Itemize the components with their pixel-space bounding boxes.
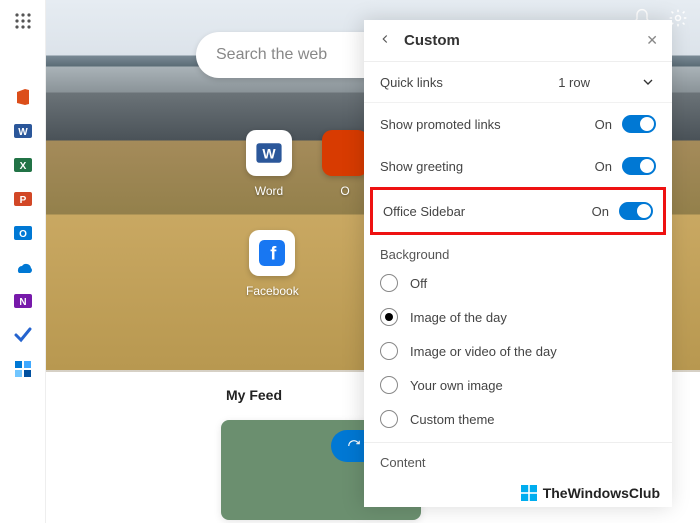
background-section-label: Background [364,235,672,266]
promoted-links-row: Show promoted links On [364,103,672,145]
bg-option-label: Your own image [410,378,503,393]
search-placeholder: Search the web [216,46,327,64]
greeting-row: Show greeting On [364,145,672,187]
promoted-label: Show promoted links [380,117,501,132]
quick-link-office[interactable]: O [322,130,368,198]
panel-title: Custom [404,32,460,49]
svg-text:N: N [19,297,26,308]
svg-text:X: X [19,161,26,172]
bg-option-label: Image of the day [410,310,507,325]
content-section-label: Content [364,443,672,474]
bg-option-label: Custom theme [410,412,495,427]
office-sidebar-state: On [592,204,609,219]
onenote-icon[interactable]: N [13,291,33,311]
onedrive-icon[interactable] [13,257,33,277]
back-icon[interactable] [378,32,392,49]
bg-option-image-or-video[interactable]: Image or video of the day [364,334,672,368]
greeting-label: Show greeting [380,159,463,174]
radio-icon [380,274,398,292]
chevron-down-icon [640,74,656,90]
tile-label: Facebook [246,284,299,298]
radio-icon [380,410,398,428]
quick-links-label: Quick links [380,75,443,90]
windows-icon [521,485,537,501]
office-sidebar-row: Office Sidebar On [370,187,666,235]
svg-text:O: O [19,229,27,240]
office-sidebar: W X P O N [0,0,46,523]
excel-icon[interactable]: X [13,155,33,175]
svg-text:P: P [19,195,26,206]
promoted-toggle[interactable] [622,115,656,133]
office-sidebar-toggle[interactable] [619,202,653,220]
word-icon[interactable]: W [13,121,33,141]
quick-link-word[interactable]: W Word [246,130,292,198]
bg-option-own-image[interactable]: Your own image [364,368,672,402]
close-icon[interactable]: ✕ [646,32,658,49]
more-apps-icon[interactable] [13,359,33,379]
todo-icon[interactable] [13,325,33,345]
bg-option-image-of-day[interactable]: Image of the day [364,300,672,334]
quick-links-row[interactable]: Quick links 1 row [364,62,672,103]
radio-icon [380,376,398,394]
greeting-toggle[interactable] [622,157,656,175]
svg-text:W: W [262,146,276,162]
bg-option-off[interactable]: Off [364,266,672,300]
bg-option-label: Image or video of the day [410,344,557,359]
bg-option-custom-theme[interactable]: Custom theme [364,402,672,436]
office-sidebar-label: Office Sidebar [383,204,465,219]
app-launcher-icon[interactable] [14,12,32,35]
quick-links-value: 1 row [558,75,590,90]
svg-text:f: f [271,244,278,264]
outlook-icon[interactable]: O [13,223,33,243]
watermark: TheWindowsClub [521,485,660,501]
promoted-state: On [595,117,612,132]
radio-icon [380,308,398,326]
svg-text:W: W [18,127,28,138]
radio-icon [380,342,398,360]
quick-link-facebook[interactable]: f Facebook [246,230,299,298]
office-icon[interactable] [13,87,33,107]
tile-label: O [340,184,349,198]
feed-title: My Feed [226,387,282,403]
tile-label: Word [255,184,283,198]
greeting-state: On [595,159,612,174]
page-settings-panel: Custom ✕ Quick links 1 row Show promoted… [364,20,672,507]
watermark-text: TheWindowsClub [543,485,660,501]
powerpoint-icon[interactable]: P [13,189,33,209]
bg-option-label: Off [410,276,427,291]
